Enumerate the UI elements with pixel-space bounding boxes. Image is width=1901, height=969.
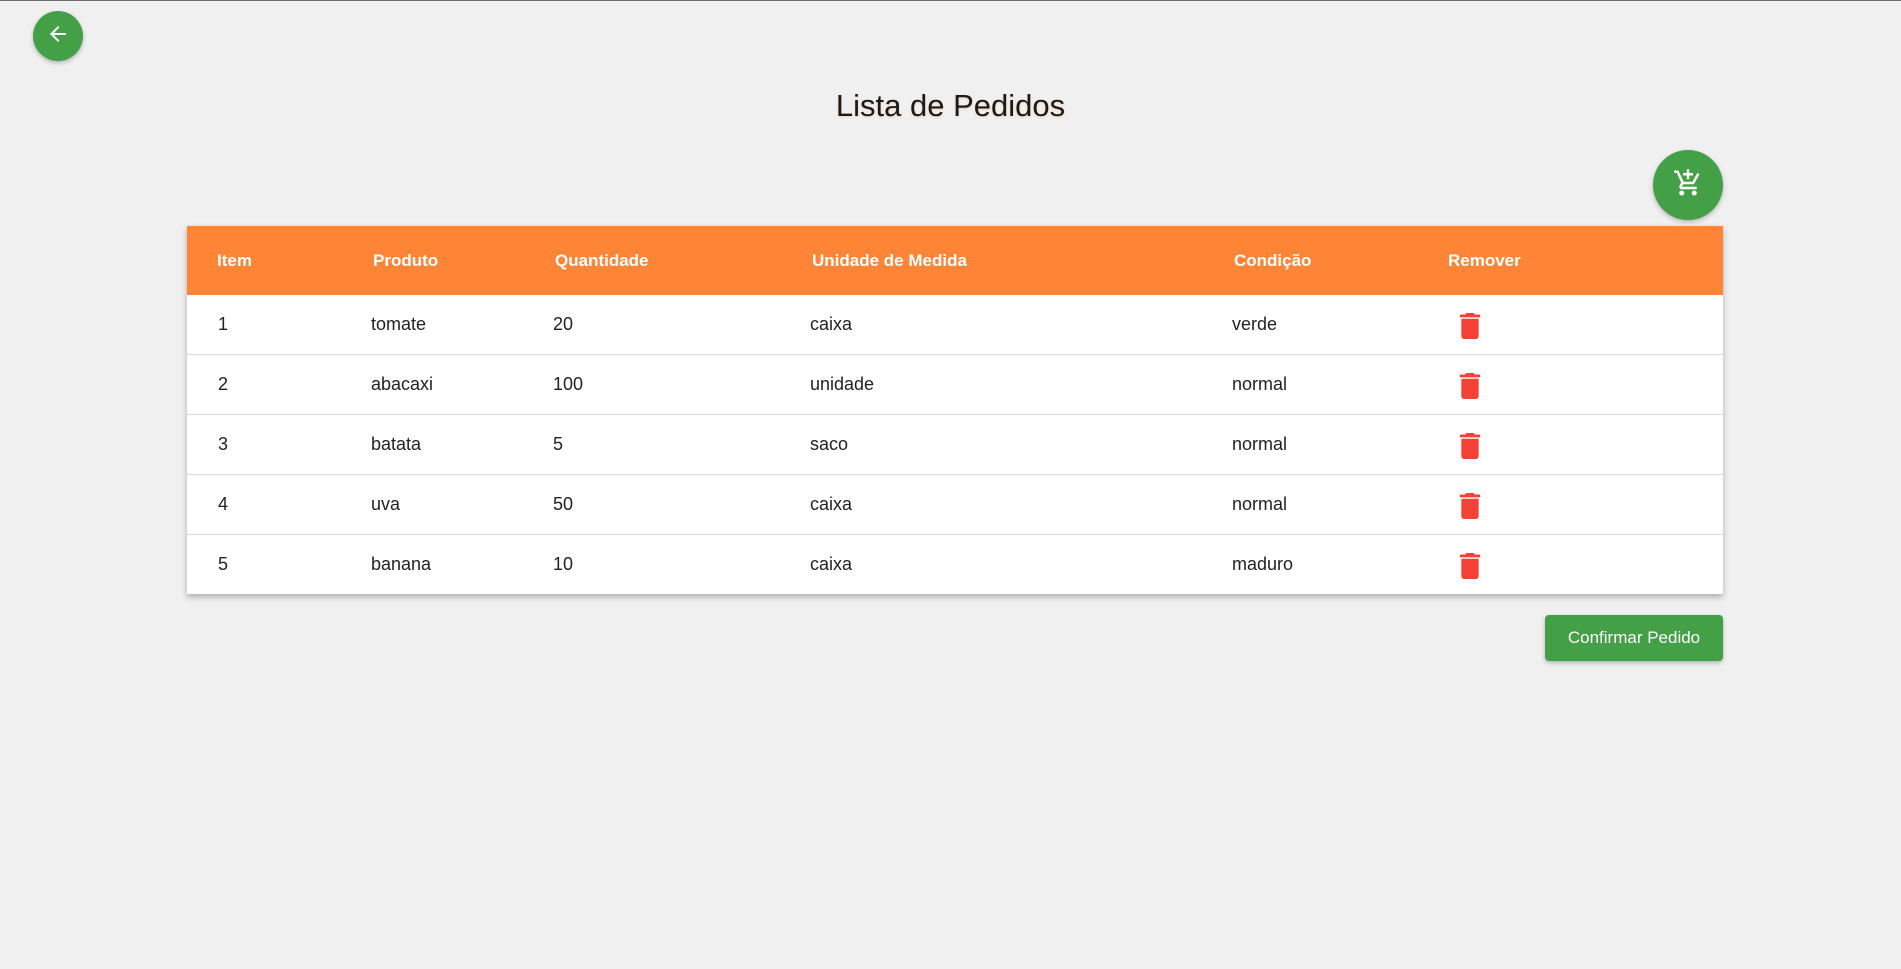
cell-item: 1 — [218, 314, 229, 334]
cell-quantidade: 20 — [553, 314, 574, 334]
cell-condicao: normal — [1232, 434, 1288, 454]
cell-quantidade: 5 — [553, 434, 564, 454]
cell-unidade: saco — [810, 434, 849, 454]
cell-produto: banana — [371, 554, 432, 574]
cell-produto: tomate — [371, 314, 427, 334]
remove-row-button[interactable] — [1458, 553, 1482, 579]
cell-unidade: unidade — [810, 374, 875, 394]
cell-condicao: maduro — [1232, 554, 1294, 574]
cell-produto: uva — [371, 494, 401, 514]
cell-produto: abacaxi — [371, 374, 434, 394]
cell-item: 2 — [218, 374, 229, 394]
cell-quantidade: 100 — [553, 374, 584, 394]
cell-condicao: verde — [1232, 314, 1278, 334]
trash-icon — [1459, 313, 1481, 339]
orders-table: Item Produto Quantidade Unidade de Medid… — [187, 226, 1723, 594]
top-border — [0, 0, 1901, 1]
header-condicao: Condição — [1234, 251, 1312, 270]
header-remover: Remover — [1448, 251, 1521, 270]
header-produto: Produto — [373, 251, 439, 270]
trash-icon — [1459, 433, 1481, 459]
remove-row-button[interactable] — [1458, 313, 1482, 339]
trash-icon — [1459, 493, 1481, 519]
cell-quantidade: 50 — [553, 494, 574, 514]
header-item: Item — [217, 251, 252, 270]
confirm-order-button[interactable]: Confirmar Pedido — [1545, 615, 1723, 661]
add-shopping-cart-icon — [1673, 168, 1703, 203]
add-item-button[interactable] — [1653, 150, 1723, 220]
page-title: Lista de Pedidos — [835, 88, 1066, 123]
trash-icon — [1459, 553, 1481, 579]
cell-condicao: normal — [1232, 374, 1288, 394]
table-row: 3 batata 5 saco normal — [187, 414, 1723, 474]
cell-unidade: caixa — [810, 314, 853, 334]
cell-condicao: normal — [1232, 494, 1288, 514]
trash-icon — [1459, 373, 1481, 399]
table-body: 1 tomate 20 caixa verde 2 abacaxi 100 un… — [187, 295, 1723, 594]
cell-unidade: caixa — [810, 554, 853, 574]
remove-row-button[interactable] — [1458, 373, 1482, 399]
cell-item: 3 — [218, 434, 229, 454]
remove-row-button[interactable] — [1458, 493, 1482, 519]
header-quantidade: Quantidade — [555, 251, 649, 270]
arrow-left-icon — [46, 22, 70, 51]
table-header: Item Produto Quantidade Unidade de Medid… — [187, 226, 1723, 295]
cell-item: 5 — [218, 554, 229, 574]
cell-unidade: caixa — [810, 494, 853, 514]
header-unidade: Unidade de Medida — [812, 251, 967, 270]
cell-produto: batata — [371, 434, 422, 454]
table-row: 1 tomate 20 caixa verde — [187, 295, 1723, 354]
cell-quantidade: 10 — [553, 554, 574, 574]
table-row: 4 uva 50 caixa normal — [187, 474, 1723, 534]
back-button[interactable] — [33, 11, 83, 61]
table-row: 2 abacaxi 100 unidade normal — [187, 354, 1723, 414]
table-row: 5 banana 10 caixa maduro — [187, 534, 1723, 594]
cell-item: 4 — [218, 494, 229, 514]
remove-row-button[interactable] — [1458, 433, 1482, 459]
